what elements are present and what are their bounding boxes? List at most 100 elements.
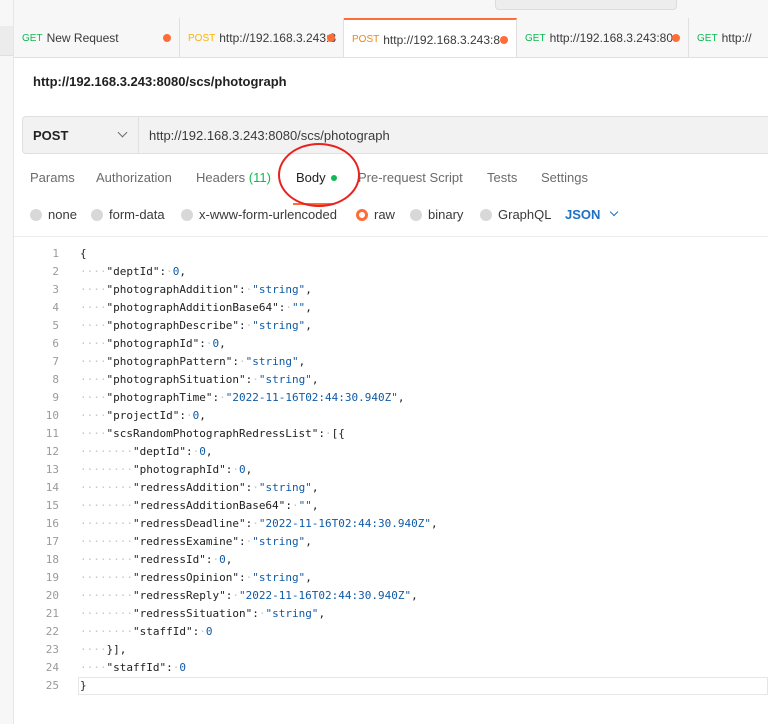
code-editor[interactable]: 1 {2 ····"deptId":·0, 3 ····"photographAddit… [22, 245, 768, 705]
tab-tests[interactable]: Tests [487, 170, 517, 185]
request-tab[interactable]: GET New Request [14, 18, 180, 57]
radio-icon [480, 208, 492, 221]
line-number: 6 [52, 337, 59, 350]
code-text: ········"redressAdditionBase64":·"", [80, 499, 319, 512]
chevron-down-icon[interactable] [609, 207, 619, 217]
tab-headers[interactable]: Headers (11) [196, 170, 271, 185]
request-tabs-bar: GET New Request POST http://192.168.3.243:8… [14, 18, 768, 58]
code-text: ····"photographAddition":·"string", [80, 283, 312, 296]
tab-title: http://192.168.3.243:8 [383, 32, 500, 47]
radio-label: none [48, 207, 77, 222]
radio-icon [91, 208, 103, 221]
code-text: ········"redressDeadline":·"2022-11-16T0… [80, 517, 438, 530]
tab-title: http:// [721, 31, 752, 45]
unsaved-dot-icon [500, 36, 508, 44]
code-text: ········"redressSituation":·"string", [80, 607, 326, 620]
line-number: 5 [52, 319, 59, 332]
body-type-binary[interactable]: binary [410, 207, 463, 222]
line-number: 21 [45, 607, 59, 620]
radio-label: x-www-form-urlencoded [199, 207, 337, 222]
line-number: 17 [45, 535, 59, 548]
tab-params[interactable]: Params [30, 170, 75, 185]
radio-icon [410, 208, 422, 221]
code-text: ········"redressAddition":·"string", [80, 481, 319, 494]
tab-title: http://192.168.3.243:80 [549, 31, 674, 45]
radio-icon [181, 208, 193, 221]
line-number: 15 [45, 499, 59, 512]
radio-label: raw [374, 207, 395, 222]
body-type-none[interactable]: none [30, 207, 77, 222]
request-tab[interactable]: GET http://192.168.3.243:80 [517, 18, 689, 57]
divider [14, 236, 768, 237]
line-number: 23 [45, 643, 59, 656]
line-number: 25 [45, 679, 59, 692]
code-text: { [80, 247, 87, 260]
code-text: ····"photographDescribe":·"string", [80, 319, 312, 332]
line-number: 4 [52, 301, 59, 314]
line-number: 10 [45, 409, 59, 422]
current-line-highlight [78, 677, 768, 695]
url-bar: POST http://192.168.3.243:8080/scs/photo… [22, 116, 768, 154]
tab-method: GET [22, 32, 43, 44]
tab-method: POST [188, 32, 216, 44]
sidebar-notch [0, 26, 13, 56]
code-text: ····"deptId":·0, [80, 265, 186, 278]
line-number: 8 [52, 373, 59, 386]
code-text: ········"redressId":·0, [80, 553, 233, 566]
body-type-graphql[interactable]: GraphQL [480, 207, 551, 222]
body-type-urlencoded[interactable]: x-www-form-urlencoded [181, 207, 337, 222]
line-number: 14 [45, 481, 59, 494]
code-text: ········"redressExamine":·"string", [80, 535, 312, 548]
line-number: 3 [52, 283, 59, 296]
request-tab[interactable]: GET http:// [689, 18, 768, 57]
radio-label: form-data [109, 207, 165, 222]
code-text: ····"photographTime":·"2022-11-16T02:44:… [80, 391, 405, 404]
line-number: 20 [45, 589, 59, 602]
request-name: http://192.168.3.243:8080/scs/photograph [33, 74, 287, 89]
tab-method: POST [352, 34, 380, 45]
code-text: ····"staffId":·0 [80, 661, 186, 674]
tab-method: GET [525, 32, 546, 44]
language-select[interactable]: JSON [565, 207, 600, 222]
radio-label: binary [428, 207, 464, 222]
body-type-form-data[interactable]: form-data [91, 207, 165, 222]
code-text: ········"redressReply":·"2022-11-16T02:4… [80, 589, 418, 602]
tab-settings[interactable]: Settings [541, 170, 588, 185]
line-number: 2 [52, 265, 59, 278]
tab-prerequest-script[interactable]: Pre-request Script [358, 170, 463, 185]
annotation-circle [278, 143, 360, 207]
line-number: 16 [45, 517, 59, 530]
tab-headers-label: Headers [196, 170, 246, 185]
tab-authorization[interactable]: Authorization [96, 170, 172, 185]
code-text: ····"projectId":·0, [80, 409, 206, 422]
code-text: ····}], [80, 643, 127, 656]
code-text: ····"photographSituation":·"string", [80, 373, 319, 386]
left-sidebar-strip [0, 0, 14, 724]
code-text: ····"photographPattern":·"string", [80, 355, 306, 368]
tab-title: New Request [46, 31, 119, 45]
line-number: 1 [52, 247, 59, 260]
body-type-raw[interactable]: raw [356, 207, 395, 222]
code-text: ····"scsRandomPhotographRedressList":·[{ [80, 427, 345, 440]
radio-selected-icon [356, 208, 368, 221]
chevron-down-icon [117, 127, 128, 138]
url-input[interactable]: http://192.168.3.243:8080/scs/photograph [139, 128, 390, 143]
request-tab[interactable]: POST http://192.168.3.243:8 [180, 18, 344, 57]
code-text: } [80, 679, 87, 692]
line-number: 24 [45, 661, 59, 674]
line-number: 18 [45, 553, 59, 566]
radio-icon [30, 208, 42, 221]
method-label: POST [33, 127, 69, 143]
unsaved-dot-icon [672, 34, 680, 42]
unsaved-dot-icon [327, 34, 335, 42]
method-select[interactable]: POST [23, 117, 139, 153]
line-number: 22 [45, 625, 59, 638]
line-number: 9 [52, 391, 59, 404]
request-tab[interactable]: POST http://192.168.3.243:8 [344, 18, 517, 57]
top-bar [14, 0, 768, 18]
headers-count: (11) [248, 170, 271, 185]
code-text: ····"photographId":·0, [80, 337, 226, 350]
radio-label: GraphQL [498, 207, 552, 222]
line-number: 19 [45, 571, 59, 584]
top-search-box[interactable] [495, 0, 677, 10]
